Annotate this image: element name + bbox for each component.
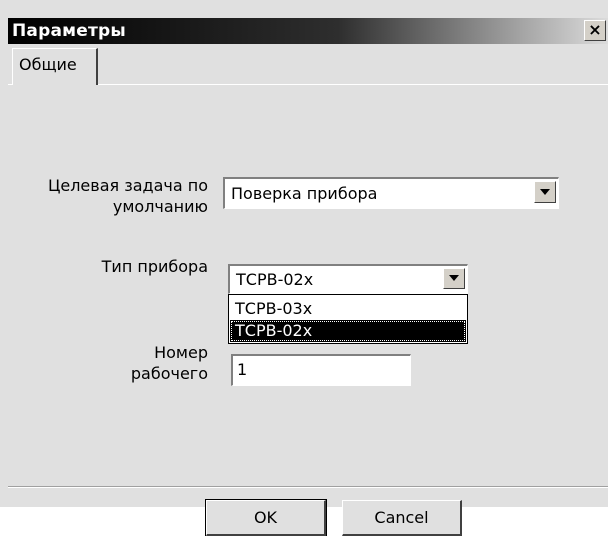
target-task-value: Поверка прибора xyxy=(231,184,378,203)
tab-general-label: Общие xyxy=(19,55,77,74)
device-type-dropdown-list: ТСРВ-03х ТСРВ-02х xyxy=(228,294,468,344)
device-type-option-selected[interactable]: ТСРВ-02х xyxy=(230,320,466,342)
device-type-dropdown-button[interactable] xyxy=(443,268,465,289)
worker-number-input[interactable]: 1 xyxy=(231,354,411,386)
tab-strip-line-right xyxy=(98,84,608,85)
tab-general[interactable]: Общие xyxy=(12,48,98,85)
chevron-down-icon xyxy=(449,275,459,281)
device-type-value: ТСРВ-02х xyxy=(236,270,314,289)
device-type-combobox[interactable]: ТСРВ-02х xyxy=(228,264,468,294)
target-task-combobox[interactable]: Поверка прибора xyxy=(223,177,559,209)
ok-button[interactable]: OK xyxy=(205,499,327,536)
close-button[interactable]: × xyxy=(584,20,606,41)
footer-separator-highlight xyxy=(8,487,608,488)
window-title: Параметры xyxy=(12,21,126,41)
chevron-down-icon xyxy=(540,189,550,195)
target-task-label: Целевая задача по умолчанию xyxy=(47,176,208,216)
device-type-label: Тип прибора xyxy=(101,257,208,276)
worker-number-label: Номер рабочего xyxy=(130,343,208,383)
title-bar[interactable]: Параметры × xyxy=(8,18,608,44)
dialog-client-area: Общие Целевая задача по умолчанию Поверк… xyxy=(8,44,608,536)
parameters-dialog: Параметры × Общие Целевая задача по умол… xyxy=(0,0,608,536)
close-icon: × xyxy=(588,20,602,39)
target-task-dropdown-button[interactable] xyxy=(534,181,556,203)
cancel-button[interactable]: Cancel xyxy=(342,500,462,536)
device-type-option[interactable]: ТСРВ-03х xyxy=(230,298,466,320)
